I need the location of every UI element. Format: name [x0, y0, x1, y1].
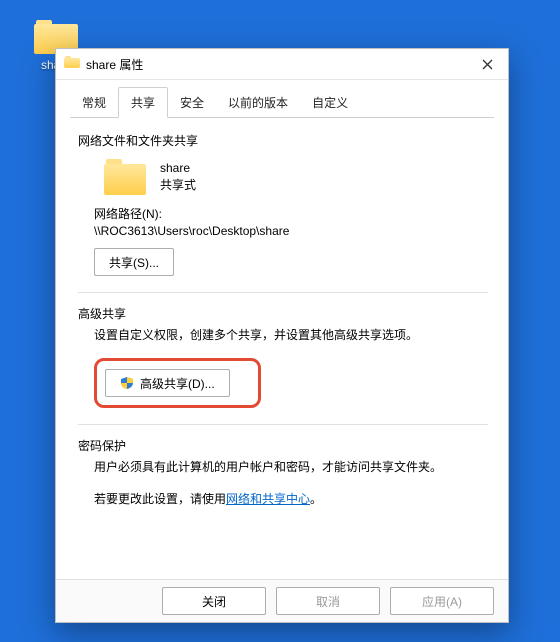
highlight-annotation: 高级共享(D)...: [94, 358, 261, 408]
desktop: share share 属性 常规 共享 安全 以前的版本 自定义 网络文件和文…: [0, 0, 560, 642]
separator: [78, 424, 488, 425]
password-desc-2: 若要更改此设置，请使用网络和共享中心。: [94, 490, 488, 508]
cancel-button[interactable]: 取消: [276, 587, 380, 615]
apply-button[interactable]: 应用(A): [390, 587, 494, 615]
properties-dialog: share 属性 常规 共享 安全 以前的版本 自定义 网络文件和文件夹共享 s…: [55, 48, 509, 623]
share-status: 共享式: [160, 177, 196, 194]
window-title: share 属性: [86, 56, 472, 73]
section-advanced-sharing: 高级共享: [78, 305, 488, 322]
share-button[interactable]: 共享(S)...: [94, 248, 174, 276]
separator: [78, 292, 488, 293]
close-button[interactable]: [472, 54, 502, 74]
close-dialog-button[interactable]: 关闭: [162, 587, 266, 615]
section-network-sharing: 网络文件和文件夹共享: [78, 132, 488, 149]
advanced-sharing-button[interactable]: 高级共享(D)...: [105, 369, 230, 397]
network-path-label: 网络路径(N):: [94, 205, 488, 222]
titlebar: share 属性: [56, 49, 508, 80]
tab-strip: 常规 共享 安全 以前的版本 自定义: [56, 80, 508, 117]
tab-sharing[interactable]: 共享: [118, 87, 168, 118]
close-icon: [482, 59, 493, 70]
tab-previous-versions[interactable]: 以前的版本: [216, 88, 300, 117]
network-path-value: \\ROC3613\Users\roc\Desktop\share: [94, 224, 488, 238]
dialog-footer: 关闭 取消 应用(A): [56, 579, 508, 622]
titlebar-folder-icon: [64, 56, 80, 72]
tab-content-sharing: 网络文件和文件夹共享 share 共享式 网络路径(N): \\ROC3613\…: [56, 118, 508, 579]
uac-shield-icon: [120, 376, 134, 390]
tab-customize[interactable]: 自定义: [300, 88, 360, 117]
tab-general[interactable]: 常规: [70, 88, 118, 117]
share-name: share: [160, 160, 196, 177]
network-sharing-center-link[interactable]: 网络和共享中心: [226, 492, 310, 506]
password-desc-1: 用户必须具有此计算机的用户帐户和密码，才能访问共享文件夹。: [94, 458, 488, 476]
folder-icon: [104, 159, 146, 195]
advanced-sharing-desc: 设置自定义权限，创建多个共享，并设置其他高级共享选项。: [94, 326, 488, 344]
section-password-protection: 密码保护: [78, 437, 488, 454]
tab-security[interactable]: 安全: [168, 88, 216, 117]
